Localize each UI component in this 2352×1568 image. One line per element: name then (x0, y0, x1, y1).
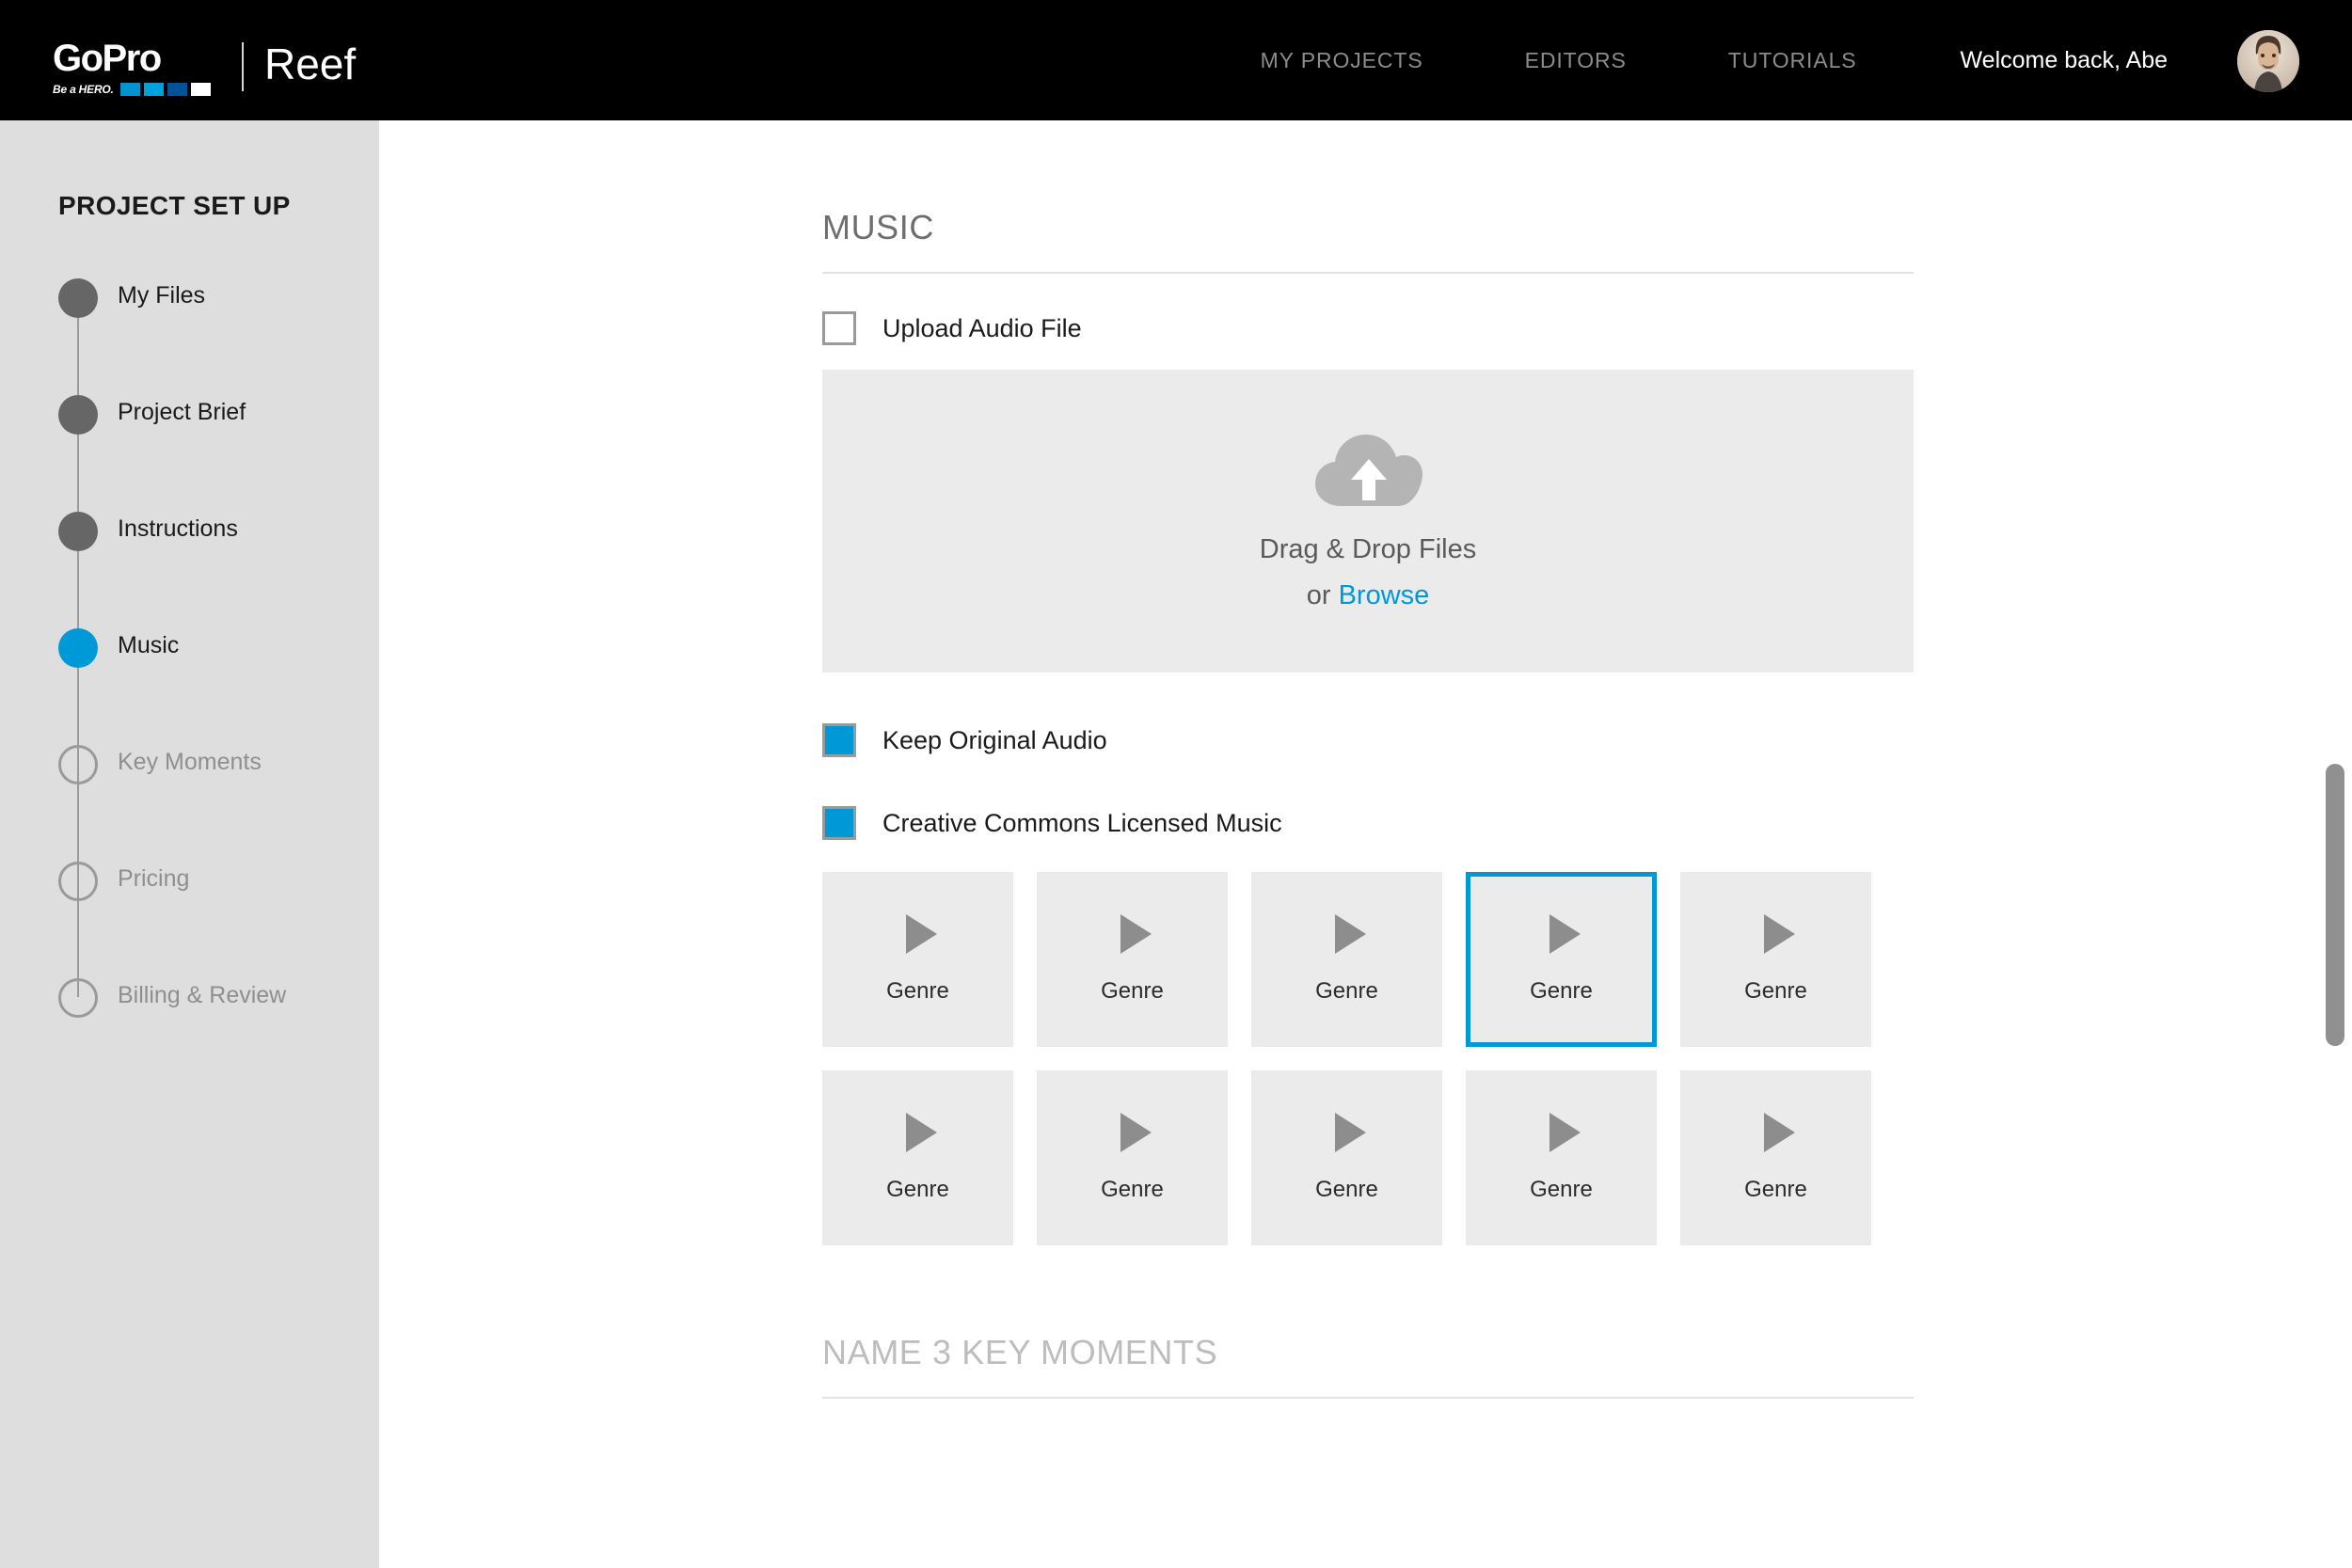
upload-audio-file-row[interactable]: Upload Audio File (822, 311, 1914, 345)
genre-tile-grid: Genre Genre Genre Genre Genre Genre Genr… (822, 872, 1914, 1245)
step-dot-music (58, 628, 98, 668)
dropzone-primary-text: Drag & Drop Files (1259, 534, 1477, 564)
play-icon (1549, 1113, 1581, 1152)
play-icon (1549, 914, 1581, 954)
genre-tile-label: Genre (1744, 978, 1807, 1004)
avatar[interactable] (2237, 30, 2299, 92)
genre-tile[interactable]: Genre (1251, 872, 1442, 1047)
step-dot-instructions (58, 512, 98, 551)
step-label-music: Music (118, 632, 180, 658)
sidebar-item-instructions[interactable]: Instructions (58, 512, 359, 647)
logo-divider (242, 42, 244, 91)
sidebar-item-pricing[interactable]: Pricing (58, 862, 359, 997)
sidebar-item-key-moments[interactable]: Key Moments (58, 745, 359, 880)
music-form: MUSIC Upload Audio File Drag & Drop File… (822, 120, 1914, 1399)
cloud-upload-icon (1315, 435, 1422, 506)
play-icon (1335, 914, 1366, 954)
genre-tile[interactable]: Genre (822, 872, 1013, 1047)
genre-tile[interactable]: Genre (1251, 1070, 1442, 1245)
genre-tile-label: Genre (1315, 978, 1378, 1004)
step-dot-my-files (58, 278, 98, 318)
logo-square-4 (190, 82, 211, 96)
user-avatar-photo (2237, 30, 2299, 92)
genre-tile[interactable]: Genre (1680, 872, 1871, 1047)
play-icon (1764, 1113, 1795, 1152)
creative-commons-checkbox[interactable] (822, 806, 856, 840)
main-navigation: MY PROJECTS EDITORS TUTORIALS Welcome ba… (1261, 0, 2168, 120)
page-scrollbar-thumb[interactable] (2326, 764, 2344, 1046)
step-label-my-files: My Files (118, 282, 206, 309)
top-header: GoPro Be a HERO. Reef MY PROJECTS EDITOR… (0, 0, 2352, 120)
nav-editors[interactable]: EDITORS (1525, 48, 1627, 73)
page-title: MUSIC (822, 208, 934, 246)
genre-tile-label: Genre (1101, 978, 1164, 1004)
genre-tile[interactable]: Genre (1680, 1070, 1871, 1245)
step-dot-project-brief (58, 395, 98, 435)
play-icon (1335, 1113, 1366, 1152)
logo-square-3 (167, 82, 187, 96)
play-icon (906, 914, 937, 954)
genre-tile-label: Genre (1530, 1177, 1593, 1202)
brand-logo[interactable]: GoPro Be a HERO. Reef (53, 40, 356, 96)
product-name-reef: Reef (264, 40, 357, 88)
play-icon (1120, 1113, 1152, 1152)
keep-original-audio-row[interactable]: Keep Original Audio (822, 723, 1914, 757)
step-list: My Files Project Brief Instructions Musi… (58, 278, 359, 1095)
step-label-project-brief: Project Brief (118, 399, 246, 425)
project-setup-sidebar: PROJECT SET UP My Files Project Brief In… (0, 120, 379, 1568)
logo-square-1 (119, 82, 140, 96)
genre-tile-selected[interactable]: Genre (1466, 872, 1657, 1047)
sidebar-title: PROJECT SET UP (58, 191, 291, 220)
genre-tile-label: Genre (1744, 1177, 1807, 1202)
gopro-logo-mark: GoPro Be a HERO. (53, 40, 217, 96)
gopro-wordmark: GoPro (53, 38, 162, 79)
dropzone-or-text: or (1306, 580, 1339, 610)
file-dropzone[interactable]: Drag & Drop Files or Browse (822, 370, 1914, 673)
play-icon (1764, 914, 1795, 954)
genre-tile-label: Genre (886, 1177, 949, 1202)
step-dot-pricing (58, 862, 98, 901)
dropzone-secondary-text: or Browse (1307, 580, 1430, 611)
key-moments-title: NAME 3 KEY MOMENTS (822, 1333, 1218, 1371)
genre-tile[interactable]: Genre (822, 1070, 1013, 1245)
genre-tile[interactable]: Genre (1037, 872, 1228, 1047)
gopro-tagline-row: Be a HERO. (53, 82, 217, 96)
sidebar-item-project-brief[interactable]: Project Brief (58, 395, 359, 531)
keep-original-audio-label: Keep Original Audio (882, 725, 1107, 754)
step-dot-billing-review (58, 978, 98, 1018)
upload-audio-file-checkbox[interactable] (822, 311, 856, 345)
nav-my-projects[interactable]: MY PROJECTS (1261, 48, 1423, 73)
logo-square-2 (143, 82, 164, 96)
sidebar-item-billing-review[interactable]: Billing & Review (58, 978, 359, 1095)
section-divider (822, 272, 1914, 274)
genre-tile-label: Genre (886, 978, 949, 1004)
step-label-pricing: Pricing (118, 865, 190, 892)
key-moments-divider (822, 1397, 1914, 1399)
upload-audio-file-label: Upload Audio File (882, 313, 1082, 342)
step-dot-key-moments (58, 745, 98, 784)
genre-tile-label: Genre (1101, 1177, 1164, 1202)
step-label-instructions: Instructions (118, 515, 238, 542)
nav-tutorials[interactable]: TUTORIALS (1728, 48, 1857, 73)
main-content-area: MUSIC Upload Audio File Drag & Drop File… (379, 120, 2352, 1568)
be-a-hero-tagline: Be a HERO. (53, 82, 114, 96)
genre-tile-label: Genre (1530, 978, 1593, 1004)
sidebar-item-music[interactable]: Music (58, 628, 359, 764)
genre-tile[interactable]: Genre (1466, 1070, 1657, 1245)
creative-commons-row[interactable]: Creative Commons Licensed Music (822, 806, 1914, 840)
play-icon (906, 1113, 937, 1152)
genre-tile-label: Genre (1315, 1177, 1378, 1202)
creative-commons-label: Creative Commons Licensed Music (882, 808, 1282, 837)
step-label-key-moments: Key Moments (118, 749, 262, 775)
welcome-message: Welcome back, Abe (1960, 46, 2168, 73)
sidebar-item-my-files[interactable]: My Files (58, 278, 359, 414)
keep-original-audio-checkbox[interactable] (822, 723, 856, 757)
browse-link[interactable]: Browse (1339, 580, 1430, 610)
play-icon (1120, 914, 1152, 954)
genre-tile[interactable]: Genre (1037, 1070, 1228, 1245)
step-label-billing-review: Billing & Review (118, 982, 287, 1008)
